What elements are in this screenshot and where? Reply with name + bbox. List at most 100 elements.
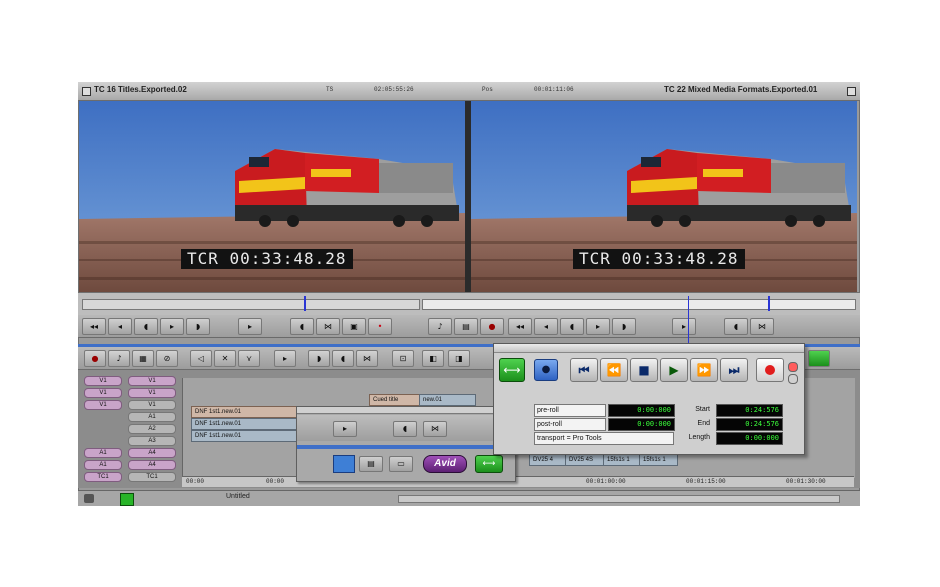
timeline-sync-icon[interactable]	[120, 493, 134, 506]
no-entry-icon[interactable]: ⊘	[156, 350, 178, 367]
end-counter[interactable]: 0:24:576	[716, 418, 783, 431]
record-track-button[interactable]: A1	[128, 412, 176, 422]
source-position-indicator[interactable]	[304, 296, 306, 311]
record-monitor[interactable]: TCR 00:33:48.28	[471, 101, 857, 292]
source-track-button[interactable]: TC1	[84, 472, 122, 482]
record-track-button[interactable]: A3	[128, 436, 176, 446]
stop-icon[interactable]: ■	[630, 358, 658, 382]
source-track-button[interactable]: A1	[84, 448, 122, 458]
palette-clear-icon[interactable]: ⋈	[423, 421, 447, 437]
timecode-ruler[interactable]: 00:00 00:00 00:01:00:00 00:01:15:00 00:0…	[182, 476, 854, 487]
record-clip-title[interactable]: TC 22 Mixed Media Formats.Exported.01	[664, 85, 817, 94]
avid-logo-button[interactable]: Avid	[423, 455, 467, 473]
palette-film-icon[interactable]	[333, 455, 355, 473]
audio-mixer-icon[interactable]: ♪	[108, 350, 130, 367]
timeline-toggle-icon[interactable]: ◧	[422, 350, 444, 367]
palette-grid-icon[interactable]: ▤	[359, 456, 383, 472]
go-to-end-icon[interactable]: ⏭	[720, 358, 748, 382]
rec-audio-tool-icon[interactable]: ♪	[428, 318, 452, 335]
src-step-back-icon[interactable]: ◂◂	[82, 318, 106, 335]
timeline-scrollbar[interactable]	[398, 495, 840, 503]
source-position-bar[interactable]	[82, 299, 420, 310]
rec-clear-marks-icon[interactable]: ⋈	[750, 318, 774, 335]
source-track-button[interactable]: V1	[84, 376, 122, 386]
timeline-match-icon[interactable]: ⊡	[392, 350, 414, 367]
record-track-button[interactable]: V1	[128, 376, 176, 386]
sync-icon[interactable]: ●	[534, 359, 558, 381]
close-box-icon[interactable]	[82, 87, 91, 96]
timeline-user-icon[interactable]: ●	[84, 350, 106, 367]
timeline-link-icon[interactable]	[808, 350, 830, 367]
src-step-forward-icon[interactable]: ▸	[238, 318, 262, 335]
src-mark-in-icon[interactable]: ◖	[134, 318, 158, 335]
palette-play-icon[interactable]: ▸	[333, 421, 357, 437]
src-mark-out-icon[interactable]: ◗	[186, 318, 210, 335]
src-record-marker-icon[interactable]: •	[368, 318, 392, 335]
postroll-counter[interactable]: 0:00:000	[608, 418, 675, 431]
source-monitor[interactable]: TCR 00:33:48.28	[79, 101, 465, 292]
source-clip-title[interactable]: TC 16 Titles.Exported.02	[94, 85, 187, 94]
fast-forward-icon[interactable]: ⏩	[690, 358, 718, 382]
record-track-button[interactable]: V1	[128, 388, 176, 398]
src-play-icon[interactable]: ▸	[160, 318, 184, 335]
record-track-button[interactable]: A4	[128, 448, 176, 458]
record-track-button[interactable]: A2	[128, 424, 176, 434]
timeline-clip[interactable]: DNF 1st1.new.01	[191, 418, 304, 430]
source-timecode: 02:05:55:26	[374, 86, 414, 93]
timeline-clip[interactable]: new.01	[419, 394, 476, 406]
timeline-clip[interactable]: 15fs1s 1	[603, 454, 642, 466]
length-counter[interactable]: 0:00:000	[716, 432, 783, 445]
timeline-trim-icon[interactable]: ◨	[448, 350, 470, 367]
src-go-in-icon[interactable]: ◖	[290, 318, 314, 335]
src-step-back-one-icon[interactable]: ◂	[108, 318, 132, 335]
source-track-button[interactable]: V1	[84, 400, 122, 410]
overwrite-icon[interactable]: ▸	[274, 350, 296, 367]
timeline-menu-icon[interactable]	[84, 494, 94, 503]
timeline-clear-icon[interactable]: ⋈	[356, 350, 378, 367]
grid-view-icon[interactable]: ▦	[132, 350, 154, 367]
record-track-button[interactable]: A4	[128, 460, 176, 470]
timeline-clip[interactable]: DNF 1st1.new.01	[191, 430, 304, 442]
timeline-clip[interactable]: 15fs1s 1	[639, 454, 678, 466]
record-track-button[interactable]: V1	[128, 400, 176, 410]
timeline-clip[interactable]: DNF 1st1.new.01	[191, 406, 304, 418]
timeline-clip[interactable]: DV25 4S	[565, 454, 606, 466]
record-button[interactable]	[756, 358, 784, 382]
source-track-button[interactable]: V1	[84, 388, 122, 398]
src-match-frame-icon[interactable]: ▣	[342, 318, 366, 335]
preroll-counter[interactable]: 0:00:000	[608, 404, 675, 417]
source-track-button[interactable]: A1	[84, 460, 122, 470]
go-to-start-icon[interactable]: ⏮	[570, 358, 598, 382]
rec-go-in-icon[interactable]: ◖	[724, 318, 748, 335]
splice-icon[interactable]: ⋎	[238, 350, 260, 367]
start-counter[interactable]: 0:24:576	[716, 404, 783, 417]
record-position-indicator[interactable]	[768, 296, 770, 311]
rec-video-tool-icon[interactable]: ▤	[454, 318, 478, 335]
zoom-box-icon[interactable]	[847, 87, 856, 96]
timeline-mark-out-icon[interactable]: ◗	[308, 350, 330, 367]
timeline-clip[interactable]: DV25 4	[529, 454, 568, 466]
rec-step-back-one-icon[interactable]: ◂	[534, 318, 558, 335]
timeline-mark-in-icon[interactable]: ◖	[332, 350, 354, 367]
lift-icon[interactable]: ✕	[214, 350, 236, 367]
record-track-button[interactable]: TC1	[128, 472, 176, 482]
rec-step-back-icon[interactable]: ◂◂	[508, 318, 532, 335]
rec-mark-in-icon[interactable]: ◖	[560, 318, 584, 335]
palette-link-icon[interactable]: ⟷	[475, 455, 503, 473]
rec-mark-out-icon[interactable]: ◗	[612, 318, 636, 335]
palette-titlebar[interactable]	[297, 407, 515, 414]
segment-arrow-icon[interactable]: ◁	[190, 350, 212, 367]
rewind-icon[interactable]: ⏪	[600, 358, 628, 382]
transport-selector[interactable]: transport = Pro Tools	[534, 432, 674, 445]
palette-folder-icon[interactable]: ▭	[389, 456, 413, 472]
rec-play-icon[interactable]: ▸	[586, 318, 610, 335]
rec-step-forward-icon[interactable]: ▸	[672, 318, 696, 335]
palette-mark-in-icon[interactable]: ◖	[393, 421, 417, 437]
transport-titlebar[interactable]	[494, 344, 804, 353]
src-clear-marks-icon[interactable]: ⋈	[316, 318, 340, 335]
rec-user-icon[interactable]: ●	[480, 318, 504, 335]
record-position-bar[interactable]	[422, 299, 856, 310]
timeline-clip[interactable]: Cued title	[369, 394, 424, 406]
link-arrows-icon[interactable]: ⟷	[499, 358, 525, 382]
play-icon[interactable]: ▶	[660, 358, 688, 382]
